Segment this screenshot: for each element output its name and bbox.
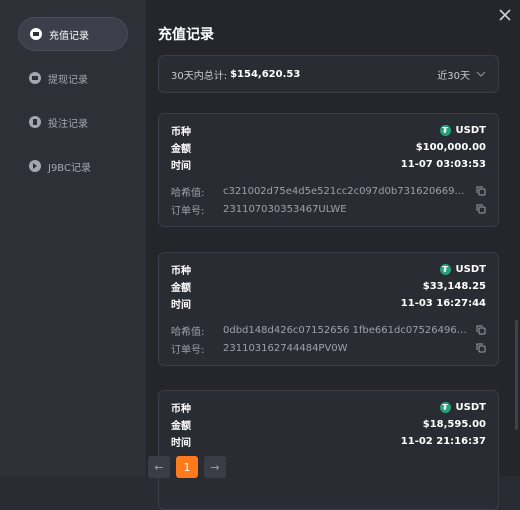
time-value: 11-07 03:03:53 [400, 159, 486, 170]
main-panel: 充值记录 30天内总计: $154,620.53 近30天 币种 ₮ USDT 金额… [146, 0, 520, 510]
hash-label: 哈希值: [171, 187, 205, 199]
sidebar-item-label: 充值记录 [49, 30, 89, 42]
page-button-current[interactable]: 1 [176, 456, 198, 478]
amount-label: 金额 [171, 421, 191, 432]
order-label: 订单号: [171, 205, 205, 217]
usdt-icon: ₮ [439, 125, 451, 136]
bet-icon [29, 116, 41, 128]
time-label: 时间 [171, 438, 191, 449]
hash-value: 0dbd148d426c07152656 1fbe661dc07526496df… [223, 324, 470, 336]
modal: 充值记录 提现记录 投注记录 J9BC记录 充值记录 30天内总计: $154,… [0, 0, 520, 510]
record-card: 币种 ₮ USDT 金额 $100,000.00 时间 11-07 03:03:53 哈… [158, 113, 499, 227]
time-value: 11-02 21:16:37 [400, 436, 486, 447]
chevron-down-icon [476, 71, 486, 77]
record-card: 币种 ₮ USDT 金额 $18,595.00 时间 11-02 21:16:37 [158, 390, 499, 510]
withdraw-icon [29, 72, 41, 84]
sidebar-item-label: J9BC记录 [48, 162, 91, 174]
sidebar-item-j9bc[interactable]: J9BC记录 [18, 149, 128, 183]
copy-icon[interactable] [476, 343, 486, 353]
copy-icon[interactable] [476, 325, 486, 335]
record-card: 币种 ₮ USDT 金额 $33,148.25 时间 11-03 16:27:44 哈希… [158, 252, 499, 366]
sidebar-item-bet[interactable]: 投注记录 [18, 105, 128, 139]
amount-value: $33,148.25 [422, 281, 486, 292]
copy-icon[interactable] [476, 204, 486, 214]
sidebar: 充值记录 提现记录 投注记录 J9BC记录 [0, 0, 146, 476]
currency-label: 币种 [171, 127, 191, 138]
close-icon[interactable] [498, 8, 512, 22]
usdt-icon: ₮ [439, 264, 451, 275]
currency-value: USDT [455, 264, 486, 275]
deposit-icon [30, 28, 42, 40]
order-value: 231103162744484PV0W [223, 342, 348, 354]
next-page-button[interactable]: → [204, 456, 226, 478]
copy-icon[interactable] [476, 186, 486, 196]
amount-value: $18,595.00 [422, 419, 486, 430]
page-title: 充值记录 [158, 27, 214, 43]
amount-label: 金额 [171, 144, 191, 155]
summary-label: 30天内总计: [171, 70, 228, 82]
hash-value: c321002d75e4d5e521cc2c097d0b73162066982c… [223, 185, 470, 197]
sidebar-item-label: 投注记录 [48, 118, 88, 130]
time-label: 时间 [171, 300, 191, 311]
amount-value: $100,000.00 [415, 142, 486, 153]
usdt-icon: ₮ [439, 402, 451, 413]
amount-label: 金额 [171, 283, 191, 294]
j9bc-icon [29, 160, 41, 172]
hash-label: 哈希值: [171, 326, 205, 338]
period-label: 近30天 [437, 70, 470, 82]
scrollbar[interactable] [515, 320, 518, 430]
order-label: 订单号: [171, 344, 205, 356]
prev-page-button[interactable]: ← [148, 456, 170, 478]
time-label: 时间 [171, 161, 191, 172]
currency-value: USDT [455, 402, 486, 413]
summary-bar: 30天内总计: $154,620.53 近30天 [158, 55, 499, 93]
period-dropdown[interactable]: 近30天 [437, 67, 486, 82]
currency-value: USDT [455, 125, 486, 136]
currency-label: 币种 [171, 404, 191, 415]
sidebar-item-withdraw[interactable]: 提现记录 [18, 61, 128, 95]
summary-amount: $154,620.53 [230, 68, 301, 80]
sidebar-item-label: 提现记录 [48, 74, 88, 86]
sidebar-item-deposit[interactable]: 充值记录 [18, 17, 128, 51]
order-value: 231107030353467ULWE [223, 203, 347, 215]
currency-label: 币种 [171, 266, 191, 277]
pagination: ← 1 → [148, 456, 226, 478]
time-value: 11-03 16:27:44 [400, 298, 486, 309]
